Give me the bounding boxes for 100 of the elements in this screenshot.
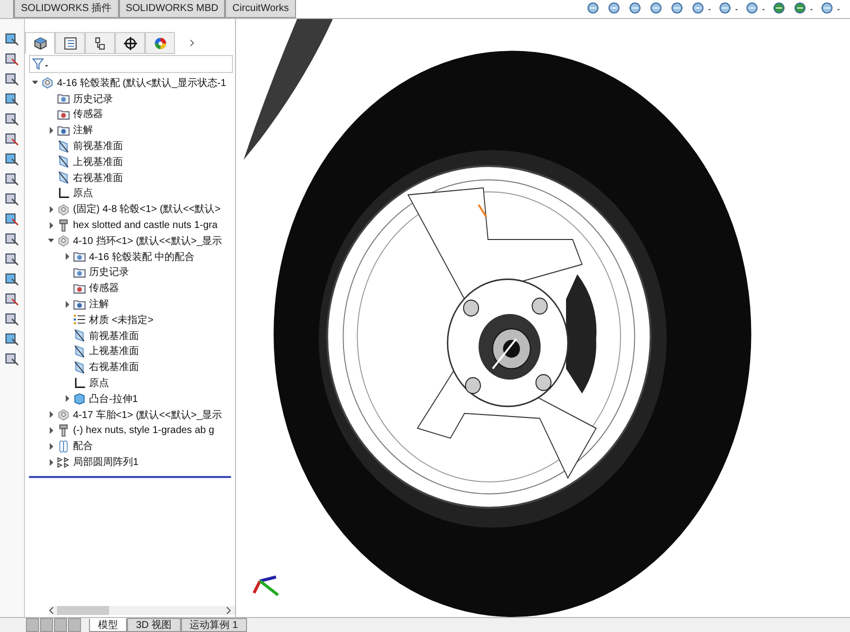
model-tab[interactable]: 3D 视图 xyxy=(127,618,181,632)
tree-item[interactable]: 传感器 xyxy=(89,281,119,296)
folder-icon xyxy=(73,250,86,264)
panel-tab[interactable] xyxy=(115,32,145,54)
command-tab[interactable]: SOLIDWORKS 插件 xyxy=(14,0,119,18)
expand-arrow[interactable] xyxy=(64,253,70,260)
tool-icon[interactable] xyxy=(4,351,20,367)
tree-item[interactable]: 凸台-拉伸1 xyxy=(89,392,138,406)
collapse-arrow[interactable] xyxy=(48,237,54,244)
panel-tab[interactable] xyxy=(25,32,55,54)
expand-arrow[interactable] xyxy=(48,411,54,418)
tree-item[interactable]: 前视基准面 xyxy=(89,328,139,343)
paperclip-icon xyxy=(57,440,70,453)
tool-icon[interactable] xyxy=(4,111,20,127)
tree-item[interactable]: 右视基准面 xyxy=(73,170,123,185)
tree-item[interactable]: 4-10 挡环<1> (默认<<默认>_显示 xyxy=(73,234,222,248)
tree-item[interactable]: 上视基准面 xyxy=(73,154,123,169)
extrude-icon xyxy=(73,392,86,406)
expand-arrow[interactable] xyxy=(48,458,54,466)
tool-icon[interactable] xyxy=(4,51,20,67)
plane-icon xyxy=(57,155,70,168)
tree-item[interactable]: (-) hex nuts, style 1-grades ab g xyxy=(73,424,214,436)
tree-item[interactable]: 原点 xyxy=(89,376,109,390)
command-tab[interactable]: CircuitWorks xyxy=(225,0,296,18)
scroll-right-icon[interactable] xyxy=(226,607,231,614)
plane-icon xyxy=(57,140,70,153)
tool-icon[interactable] xyxy=(4,251,20,267)
panel-tab[interactable] xyxy=(85,32,115,54)
expand-arrow[interactable] xyxy=(48,442,54,450)
expand-arrow[interactable] xyxy=(48,222,54,229)
plane-icon xyxy=(73,360,86,374)
cube-icon xyxy=(32,36,48,50)
model-tab[interactable]: 运动算例 1 xyxy=(180,618,247,632)
command-tab[interactable]: SOLIDWORKS MBD xyxy=(118,0,226,18)
folder-icon xyxy=(57,124,70,137)
tool-icon[interactable] xyxy=(4,211,20,227)
pattern-icon xyxy=(57,456,70,469)
origin-icon xyxy=(57,186,70,200)
panel-tab[interactable] xyxy=(55,32,85,54)
folder-icon xyxy=(73,282,86,295)
tool-icon[interactable] xyxy=(4,91,20,107)
tree-item[interactable]: 材质 <未指定> xyxy=(89,312,154,327)
folder-icon xyxy=(57,92,70,106)
part-icon xyxy=(57,202,70,216)
tool-icon[interactable] xyxy=(4,71,20,87)
tree-item[interactable]: 历史记录 xyxy=(89,265,129,280)
tree-item[interactable]: (固定) 4-8 轮毂<1> (默认<<默认> xyxy=(73,202,221,216)
tree-item[interactable]: 注解 xyxy=(73,123,93,138)
horizontal-scrollbar[interactable] xyxy=(49,606,235,615)
tree-item[interactable]: 右视基准面 xyxy=(89,360,139,374)
tree-item[interactable]: 4-16 轮毂装配 中的配合 xyxy=(89,250,195,264)
tree-item[interactable]: 历史记录 xyxy=(73,92,113,106)
tool-icon[interactable] xyxy=(4,231,20,247)
plane-icon xyxy=(73,344,86,358)
model-tab[interactable]: 模型 xyxy=(89,618,127,632)
tool-icon[interactable] xyxy=(4,151,20,167)
tool-icon[interactable] xyxy=(4,291,20,307)
bolt-icon xyxy=(57,424,70,437)
crosshair-icon xyxy=(122,36,138,50)
list-icon xyxy=(62,36,78,50)
tree-item[interactable]: 配合 xyxy=(73,439,93,454)
rollback-bar[interactable] xyxy=(29,476,231,478)
tree-item[interactable]: 注解 xyxy=(89,297,109,312)
expand-arrow[interactable] xyxy=(64,300,70,308)
material-icon xyxy=(73,313,86,326)
part-icon xyxy=(57,408,70,422)
folder-icon xyxy=(73,298,86,311)
scroll-left-icon[interactable] xyxy=(49,607,54,614)
tree-item[interactable]: 原点 xyxy=(73,186,93,200)
collapse-arrow[interactable] xyxy=(32,79,38,86)
tree-item[interactable]: 4-16 轮毂装配 (默认<默认_显示状态-1 xyxy=(57,76,226,90)
part-icon xyxy=(41,76,54,90)
tree-item[interactable]: 局部圆周阵列1 xyxy=(73,455,139,470)
tree-item[interactable]: hex slotted and castle nuts 1-gra xyxy=(73,220,218,231)
tab-fragment xyxy=(0,0,14,18)
chevron-right-icon[interactable] xyxy=(189,38,195,48)
tool-icon[interactable] xyxy=(4,311,20,327)
origin-icon xyxy=(73,376,86,390)
tree-item[interactable]: 前视基准面 xyxy=(73,139,123,154)
expand-arrow[interactable] xyxy=(64,395,70,402)
tool-icon[interactable] xyxy=(4,171,20,187)
expand-arrow[interactable] xyxy=(48,426,54,434)
folder-icon xyxy=(57,108,70,121)
configuration-icon xyxy=(92,36,108,50)
tool-icon[interactable] xyxy=(4,331,20,347)
tree-item[interactable]: 4-17 车胎<1> (默认<<默认>_显示 xyxy=(73,408,222,422)
filter-field[interactable] xyxy=(29,55,233,73)
plane-icon xyxy=(57,171,70,184)
folder-icon xyxy=(73,266,86,279)
expand-arrow[interactable] xyxy=(48,206,54,213)
tree-item[interactable]: 传感器 xyxy=(73,107,103,122)
expand-arrow[interactable] xyxy=(48,126,54,134)
tool-icon[interactable] xyxy=(4,191,20,207)
plane-icon xyxy=(73,329,86,342)
tree-item[interactable]: 上视基准面 xyxy=(89,344,139,358)
tool-icon[interactable] xyxy=(4,131,20,147)
filter-icon xyxy=(32,58,50,70)
tool-icon[interactable] xyxy=(4,31,20,47)
tool-icon[interactable] xyxy=(4,271,20,287)
color-wheel-icon xyxy=(152,36,168,50)
